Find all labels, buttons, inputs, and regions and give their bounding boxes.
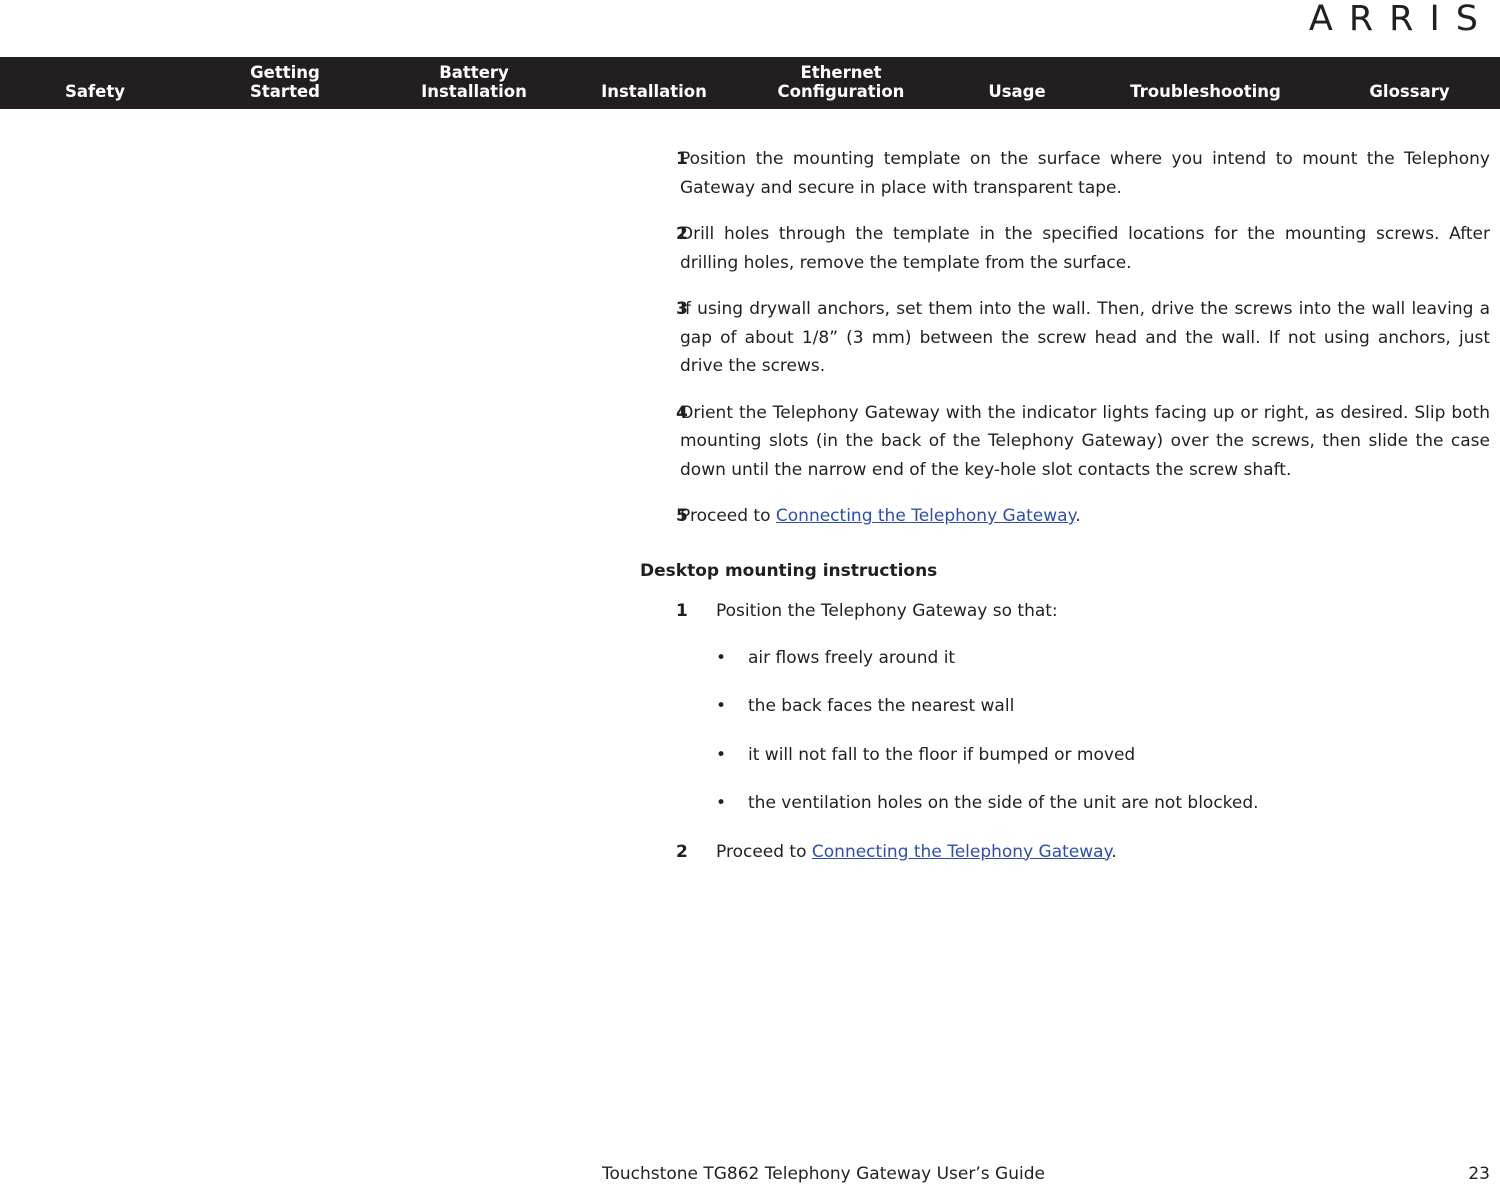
bullet-list: • air flows freely around it • the back … — [676, 644, 1490, 818]
step-text-prefix: Proceed to — [716, 841, 812, 862]
step-text: Proceed to Connecting the Telephony Gate… — [680, 502, 1490, 531]
body-text-column: 1 Position the mounting template on the … — [640, 145, 1490, 884]
ordered-step: 2 Drill holes through the template in th… — [640, 220, 1490, 277]
step-number: 3 — [676, 299, 688, 319]
bullet-dot-icon: • — [716, 793, 727, 813]
footer-page-number: 23 — [1468, 1164, 1490, 1184]
step-number: 1 — [676, 149, 688, 169]
step-number: 1 — [676, 601, 688, 621]
nav-tab-getting-started[interactable]: Getting Started — [190, 63, 380, 109]
step-number: 2 — [676, 224, 688, 244]
step-text: Position the Telephony Gateway so that: — [716, 601, 1058, 621]
step-text: Proceed to Connecting the Telephony Gate… — [716, 838, 1490, 867]
logo-bar: ARRIS — [0, 0, 1500, 57]
list-item-label: it will not fall to the floor if bumped … — [748, 744, 1136, 765]
ordered-step: 1 Position the Telephony Gateway so that… — [676, 597, 1490, 626]
bullet-dot-icon: • — [716, 647, 727, 668]
ordered-step: 1 Position the mounting template on the … — [640, 145, 1490, 202]
ordered-step: 5 Proceed to Connecting the Telephony Ga… — [640, 502, 1490, 531]
nav-tab-battery-installation[interactable]: Battery Installation — [380, 63, 568, 109]
step-number: 4 — [676, 402, 688, 423]
step-number: 5 — [676, 506, 688, 526]
nav-tab-ethernet-configuration[interactable]: Ethernet Configuration — [740, 63, 942, 109]
ordered-step: 3 If using drywall anchors, set them int… — [640, 295, 1490, 381]
step-text: Drill holes through the template in the … — [680, 224, 1490, 273]
arris-logo: ARRIS — [1308, 0, 1494, 39]
step-text: Position the mounting template on the su… — [680, 149, 1490, 198]
step-text-prefix: Proceed to — [680, 506, 776, 526]
ordered-step: 2 Proceed to Connecting the Telephony Ga… — [676, 838, 1490, 867]
nav-tab-installation[interactable]: Installation — [568, 82, 740, 109]
step-text-suffix: . — [1075, 506, 1081, 526]
step-text-suffix: . — [1111, 841, 1117, 862]
bullet-dot-icon: • — [716, 696, 727, 716]
step-text: Orient the Telephony Gateway with the in… — [680, 402, 1490, 480]
list-item: • the back faces the nearest wall — [676, 692, 1490, 721]
list-item-label: the ventilation holes on the side of the… — [748, 793, 1259, 813]
link-connecting-the-telephony-gateway[interactable]: Connecting the Telephony Gateway — [776, 506, 1075, 526]
list-item-label: air flows freely around it — [748, 647, 956, 668]
nav-tab-usage[interactable]: Usage — [942, 82, 1092, 109]
page-footer: Touchstone TG862 Telephony Gateway User’… — [0, 1161, 1500, 1191]
bullet-dot-icon: • — [716, 744, 727, 765]
list-item: • air flows freely around it — [676, 644, 1490, 673]
section-heading-desktop-mounting: Desktop mounting instructions — [640, 560, 938, 581]
navigation-bar: Safety Getting Started Battery Installat… — [0, 57, 1500, 109]
list-item-label: the back faces the nearest wall — [748, 696, 1015, 716]
footer-document-title: Touchstone TG862 Telephony Gateway User’… — [602, 1164, 1045, 1184]
list-item: • it will not fall to the floor if bumpe… — [676, 741, 1490, 770]
nav-tab-glossary[interactable]: Glossary — [1319, 82, 1500, 109]
step-number: 2 — [676, 841, 688, 862]
step-text: If using drywall anchors, set them into … — [680, 299, 1490, 376]
link-connecting-the-telephony-gateway[interactable]: Connecting the Telephony Gateway — [812, 842, 1111, 862]
nav-tab-safety[interactable]: Safety — [0, 82, 190, 109]
desktop-mounting-steps: 1 Position the Telephony Gateway so that… — [640, 597, 1490, 866]
ordered-step: 4 Orient the Telephony Gateway with the … — [640, 399, 1490, 485]
nav-tab-troubleshooting[interactable]: Troubleshooting — [1092, 82, 1319, 109]
list-item: • the ventilation holes on the side of t… — [676, 789, 1490, 818]
